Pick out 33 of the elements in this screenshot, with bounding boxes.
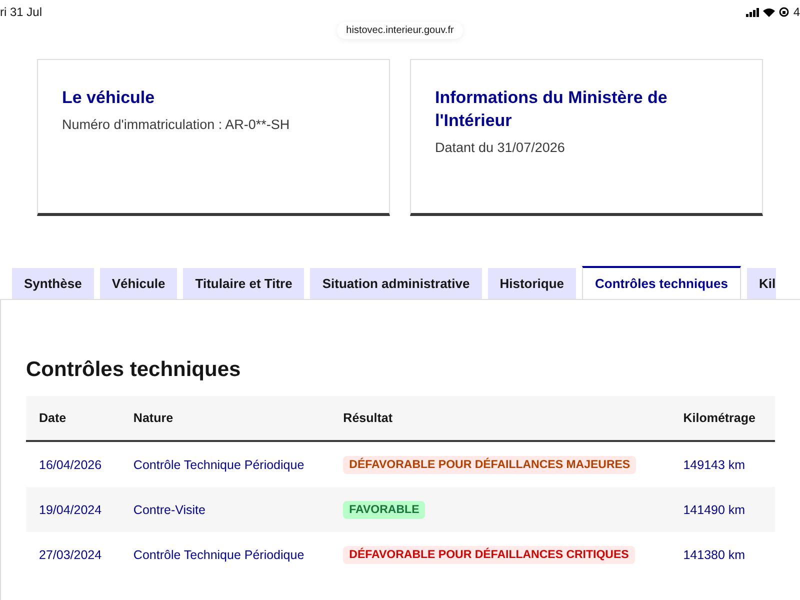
signal-icon <box>746 8 760 16</box>
tab[interactable]: Historique <box>488 268 576 299</box>
table-cell: Contrôle Technique Périodique <box>120 532 330 577</box>
column-header: Résultat <box>330 396 670 441</box>
column-header: Kilométrage <box>670 396 775 441</box>
card-title: Informations du Ministère de l'Intérieur <box>435 87 668 132</box>
table-cell: 141380 km <box>670 532 775 577</box>
table-cell: 27/03/2024 <box>26 532 120 577</box>
tab[interactable]: Contrôles techniques <box>582 266 741 299</box>
table-cell: Contrôle Technique Périodique <box>120 441 330 487</box>
table-cell: 149143 km <box>670 441 775 487</box>
table-cell: 16/04/2026 <box>26 441 120 487</box>
card-text: Datant du 31/07/2026 <box>435 140 566 155</box>
table-cell: 141490 km <box>670 487 775 532</box>
tab[interactable]: Véhicule <box>100 268 178 299</box>
card-title: Le véhicule <box>62 87 156 109</box>
tab[interactable]: Titulaire et Titre <box>183 268 304 299</box>
wifi-icon <box>763 8 776 16</box>
tab[interactable]: Situation administrative <box>310 268 482 299</box>
result-badge: DÉFAVORABLE POUR DÉFAILLANCES CRITIQUES <box>343 546 635 564</box>
table-cell: Contre-Visite <box>120 487 330 532</box>
card-text: Numéro d'immatriculation : AR-0**-SH <box>62 117 291 132</box>
column-header: Nature <box>120 396 330 441</box>
result-badge: FAVORABLE <box>343 500 426 518</box>
tab[interactable]: Synthèse <box>12 268 94 299</box>
status-date: ri 31 Jul <box>0 5 42 19</box>
address-bar[interactable]: histovec.interieur.gouv.fr <box>337 22 463 39</box>
result-badge: DÉFAVORABLE POUR DÉFAILLANCES MAJEURES <box>343 456 636 474</box>
section-title: Contrôles techniques <box>26 358 242 382</box>
table-cell: 19/04/2024 <box>26 487 120 532</box>
column-header: Date <box>26 396 120 441</box>
battery-percentage: 4 <box>793 5 800 19</box>
tab[interactable]: Kil <box>746 268 776 299</box>
